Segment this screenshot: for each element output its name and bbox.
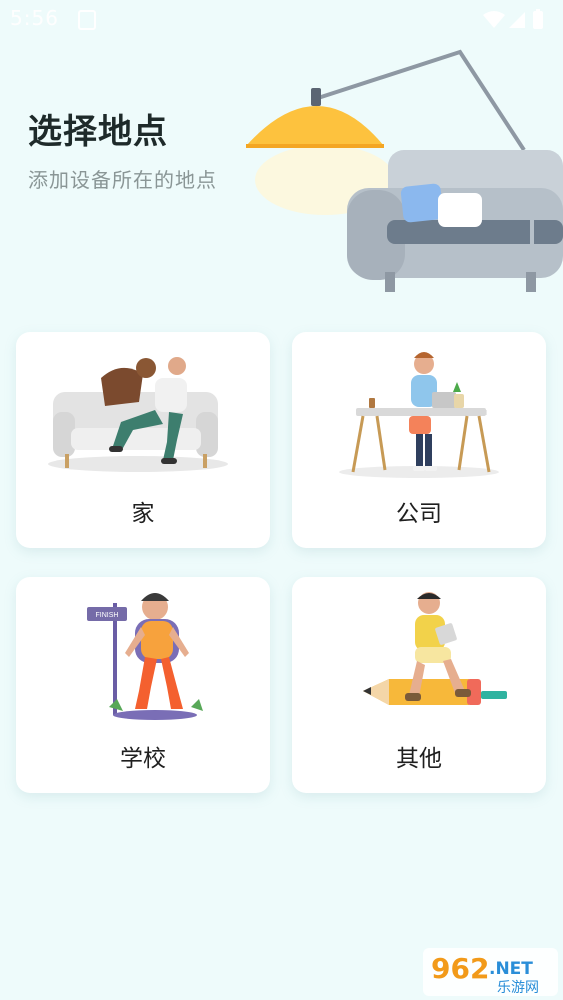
status-time: 5:56 xyxy=(10,6,59,30)
location-card-office[interactable]: 公司 xyxy=(292,332,546,548)
status-bar: 5:56 xyxy=(0,0,563,38)
location-card-school[interactable]: FINISH 学校 xyxy=(16,577,270,793)
location-label-school: 学校 xyxy=(120,746,166,772)
page-title: 选择地点 xyxy=(28,112,168,152)
watermark-suffix: .NET xyxy=(489,959,533,979)
battery-icon xyxy=(533,11,543,29)
location-card-home[interactable]: 家 xyxy=(16,332,270,548)
location-label-home: 家 xyxy=(131,501,155,527)
notification-icon xyxy=(78,10,96,30)
school-illustration: FINISH xyxy=(87,593,203,720)
office-illustration xyxy=(339,352,499,478)
site-watermark: 962 .NET 乐游网 xyxy=(423,948,558,996)
signal-icon xyxy=(509,12,525,28)
watermark-number: 962 xyxy=(431,952,489,985)
watermark-brand: 乐游网 xyxy=(497,980,539,996)
home-illustration xyxy=(48,357,228,472)
location-card-other[interactable]: 其他 xyxy=(292,577,546,793)
page-subtitle: 添加设备所在的地点 xyxy=(28,168,217,192)
status-icons xyxy=(483,9,543,29)
svg-text:FINISH: FINISH xyxy=(96,612,119,619)
location-label-office: 公司 xyxy=(396,501,442,527)
hero-lamp-sofa-illustration xyxy=(246,49,563,292)
other-illustration xyxy=(363,592,507,705)
location-label-other: 其他 xyxy=(396,746,442,772)
wifi-icon xyxy=(483,11,505,28)
